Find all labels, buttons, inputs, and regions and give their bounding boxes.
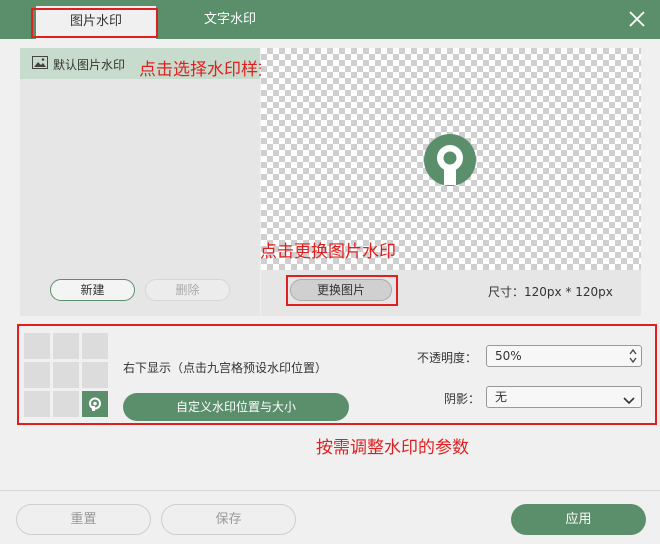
- save-button[interactable]: 保存: [161, 504, 296, 535]
- grid-cell-top-right[interactable]: [82, 333, 108, 359]
- annotation-select-style: 点击选择水印样式: [139, 60, 275, 80]
- reset-button[interactable]: 重置: [16, 504, 151, 535]
- spinner-icon[interactable]: [628, 347, 638, 365]
- watermark-logo-icon: [420, 130, 480, 190]
- custom-position-button[interactable]: 自定义水印位置与大小: [123, 393, 349, 421]
- footer-divider: [0, 490, 660, 491]
- grid-cell-middle-center[interactable]: [53, 362, 79, 388]
- picture-icon: [32, 56, 48, 69]
- list-item-label: 默认图片水印: [53, 58, 126, 72]
- opacity-value: 50%: [495, 349, 522, 363]
- annotation-adjust-params: 按需调整水印的参数: [316, 438, 469, 458]
- chevron-down-icon: [623, 392, 635, 405]
- annotation-change-image: 点击更换图片水印: [260, 242, 396, 262]
- opacity-stepper[interactable]: 50%: [486, 345, 642, 367]
- annotation-highlight-change: [286, 275, 398, 306]
- grid-cell-bottom-center[interactable]: [53, 391, 79, 417]
- size-label: 尺寸：120px * 120px: [488, 285, 613, 299]
- grid-cell-bottom-left[interactable]: [24, 391, 50, 417]
- position-description: 右下显示（点击九宫格预设水印位置）: [123, 361, 328, 375]
- grid-cell-bottom-right[interactable]: [82, 391, 108, 417]
- watermark-list-panel: [20, 48, 260, 316]
- shadow-label: 阴影：: [444, 392, 481, 406]
- grid-cell-middle-left[interactable]: [24, 362, 50, 388]
- delete-button[interactable]: 删除: [145, 279, 230, 301]
- annotation-highlight-tab: [31, 8, 158, 38]
- grid-cell-middle-right[interactable]: [82, 362, 108, 388]
- close-icon[interactable]: [626, 8, 648, 30]
- grid-cell-top-left[interactable]: [24, 333, 50, 359]
- tab-text-watermark[interactable]: 文字水印: [170, 0, 290, 39]
- watermark-logo-icon: [87, 396, 103, 412]
- shadow-value: 无: [495, 390, 508, 404]
- shadow-select[interactable]: 无: [486, 386, 642, 408]
- apply-button[interactable]: 应用: [511, 504, 646, 535]
- new-button[interactable]: 新建: [50, 279, 135, 301]
- opacity-label: 不透明度：: [417, 351, 478, 365]
- grid-cell-top-center[interactable]: [53, 333, 79, 359]
